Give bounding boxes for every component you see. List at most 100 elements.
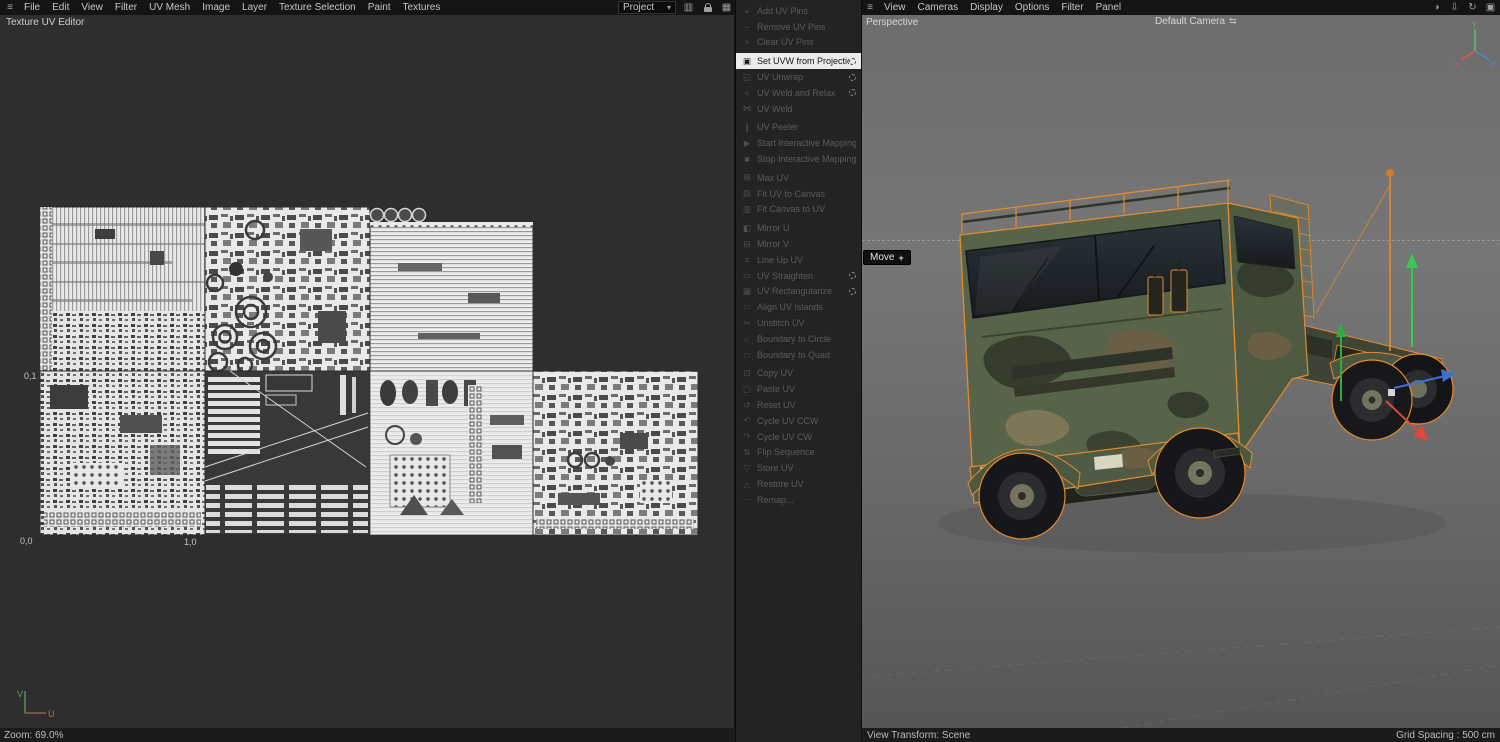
menu-view[interactable]: View [75, 2, 109, 13]
menu-file[interactable]: File [18, 2, 46, 13]
vp-menu-options[interactable]: Options [1009, 2, 1055, 13]
fit-canvas-to-uv-icon: ▥ [742, 203, 752, 214]
uv-menu-item-uv-straighten[interactable]: ▭ UV Straighten [736, 268, 861, 284]
uv-menu-item-copy-uv[interactable]: ⊡ Copy UV [736, 366, 861, 382]
uv-menu-item-uv-weld[interactable]: ⋈ UV Weld [736, 101, 861, 117]
uv-menu-item-start-interactive-mapping[interactable]: ▶ Start Interactive Mapping [736, 135, 861, 151]
menu-filter[interactable]: Filter [109, 2, 143, 13]
layout-icon[interactable]: ▣ [1484, 1, 1497, 14]
vp-menu-display[interactable]: Display [964, 2, 1009, 13]
uv-menu-item-reset-uv[interactable]: ↺ Reset UV [736, 397, 861, 413]
menu-uv-mesh[interactable]: UV Mesh [143, 2, 196, 13]
uv-menu-item-line-up-uv[interactable]: ≡ Line Up UV [736, 252, 861, 268]
camera-selector[interactable]: Default Camera ⇆ [1155, 16, 1237, 27]
uv-menu-item-cycle-uv-ccw[interactable]: ↶ Cycle UV CCW [736, 413, 861, 429]
uv-weld-icon: ⋈ [742, 103, 752, 114]
uv-menu-item-boundary-to-quad[interactable]: □ Boundary to Quad [736, 347, 861, 363]
uv-axis-indicator: V U [17, 689, 55, 719]
gear-icon[interactable] [849, 287, 856, 295]
remap-icon: ⋯ [742, 494, 752, 505]
menu-item-label: Boundary to Quad [757, 349, 831, 360]
uv-menu-item-stop-interactive-mapping[interactable]: ■ Stop Interactive Mapping [736, 151, 861, 167]
uv-menu-item-cycle-uv-cw[interactable]: ↷ Cycle UV CW [736, 429, 861, 445]
project-dropdown[interactable]: Project ▾ [618, 1, 676, 14]
uv-menu-item-remove-uv-pins[interactable]: − Remove UV Pins [736, 19, 861, 35]
vp-menu-panel[interactable]: Panel [1090, 2, 1128, 13]
uv-menu-item-boundary-to-circle[interactable]: ○ Boundary to Circle [736, 331, 861, 347]
clear-uv-pins-icon: × [744, 37, 750, 48]
uv-menu-item-unstitch-uv[interactable]: ✂ Unstitch UV [736, 315, 861, 331]
menu-textures[interactable]: Textures [397, 2, 447, 13]
move-tool-tooltip: Move + [863, 250, 911, 265]
gear-icon[interactable] [849, 57, 856, 65]
vp-menu-cameras[interactable]: Cameras [912, 2, 965, 13]
uv-menu-item-flip-sequence[interactable]: ⇅ Flip Sequence [736, 445, 861, 461]
uv-menu-item-clear-uv-pins[interactable]: × Clear UV Pins [736, 35, 861, 51]
lock-icon[interactable] [701, 1, 714, 14]
uv-menu-item-mirror-v[interactable]: ⊟ Mirror V [736, 236, 861, 252]
uv-canvas[interactable]: V U [0, 15, 735, 728]
uv-commands-menu: + Add UV Pins − Remove UV Pins × Clear UV Pin… [735, 0, 862, 742]
vp-menu-view[interactable]: View [878, 2, 912, 13]
world-axis-gizmo: Y X Z [1454, 22, 1496, 69]
uv-islands[interactable] [39, 206, 699, 536]
menu-edit[interactable]: Edit [46, 2, 75, 13]
uv-menu-item-add-uv-pins[interactable]: + Add UV Pins [736, 3, 861, 19]
add-uv-pins-icon: + [744, 5, 750, 16]
menu-texture-selection[interactable]: Texture Selection [273, 2, 362, 13]
uv-menu-item-uv-unwrap[interactable]: ◱ UV Unwrap [736, 69, 861, 85]
histogram-icon[interactable]: ▥ [682, 1, 695, 14]
vp-menu-filter[interactable]: Filter [1055, 2, 1089, 13]
truck-model[interactable] [862, 15, 1500, 728]
render-settings-icon[interactable]: ◑ [1430, 1, 1443, 14]
max-uv-icon: ⊞ [743, 172, 751, 183]
mirror-v-icon: ⊟ [743, 238, 751, 249]
gear-icon[interactable] [849, 272, 856, 280]
menu-layer[interactable]: Layer [236, 2, 273, 13]
move-tool-label: Move [870, 252, 895, 263]
reset-uv-icon: ↺ [743, 399, 751, 410]
uv-menu-item-align-uv-islands[interactable]: ∷ Align UV Islands [736, 299, 861, 315]
uv-menu-item-uv-peeler[interactable]: ∥ UV Peeler [736, 120, 861, 136]
start-interactive-mapping-icon: ▶ [743, 137, 751, 148]
uv-menu-item-remap[interactable]: ⋯ Remap... [736, 492, 861, 508]
uv-menu-item-mirror-u[interactable]: ◧ Mirror U [736, 220, 861, 236]
boundary-to-quad-icon: □ [744, 349, 750, 360]
uv-menu-item-uv-rectangularize[interactable]: ▦ UV Rectangularize [736, 284, 861, 300]
uv-menu-item-uv-weld-and-relax[interactable]: ≈ UV Weld and Relax [736, 85, 861, 101]
menu-item-label: UV Rectangularize [757, 286, 833, 297]
menu-paint[interactable]: Paint [362, 2, 397, 13]
uv-menu-item-store-uv[interactable]: ▽ Store UV [736, 460, 861, 476]
menu-image[interactable]: Image [196, 2, 236, 13]
fit-uv-to-canvas-icon: ▤ [742, 188, 752, 199]
boundary-to-circle-icon: ○ [744, 333, 750, 344]
perspective-viewport[interactable]: Perspective Default Camera ⇆ Move + Y X … [862, 15, 1500, 728]
set-uvw-from-projection-icon: ▣ [742, 55, 752, 66]
mirror-u-icon: ◧ [742, 222, 752, 233]
uv-tile-5 [204, 370, 371, 536]
uv-menu-item-restore-uv[interactable]: △ Restore UV [736, 476, 861, 492]
uv-menu-item-fit-canvas-to-uv[interactable]: ▥ Fit Canvas to UV [736, 202, 861, 218]
u-axis-label: U [48, 709, 55, 719]
uv-peeler-icon: ∥ [744, 121, 750, 132]
menu-item-label: Fit UV to Canvas [757, 188, 826, 199]
grid-icon[interactable]: ▦ [720, 1, 733, 14]
download-icon[interactable]: ⇩ [1448, 1, 1461, 14]
viewport-menu-icon[interactable]: ≡ [862, 2, 878, 13]
uv-editor-menu-icon[interactable]: ≡ [2, 2, 18, 13]
uv-menu-item-max-uv[interactable]: ⊞ Max UV [736, 170, 861, 186]
menu-item-label: Start Interactive Mapping [757, 138, 856, 149]
menu-item-label: Fit Canvas to UV [757, 204, 826, 215]
zoom-status: Zoom: 69.0% [4, 729, 64, 741]
y-axis-label: Y [1472, 22, 1477, 29]
gear-icon[interactable] [849, 73, 856, 81]
history-icon[interactable]: ↻ [1466, 1, 1479, 14]
gear-icon[interactable] [849, 89, 856, 97]
uv-menu-item-paste-uv[interactable]: ▢ Paste UV [736, 381, 861, 397]
camera-swap-icon[interactable]: ⇆ [1229, 16, 1237, 27]
menu-item-label: Store UV [757, 463, 794, 474]
uv-menu-item-set-uvw-from-projection[interactable]: ▣ Set UVW from Projection [736, 53, 861, 70]
copy-uv-icon: ⊡ [743, 367, 751, 378]
stop-interactive-mapping-icon: ■ [744, 154, 750, 165]
uv-menu-item-fit-uv-to-canvas[interactable]: ▤ Fit UV to Canvas [736, 186, 861, 202]
